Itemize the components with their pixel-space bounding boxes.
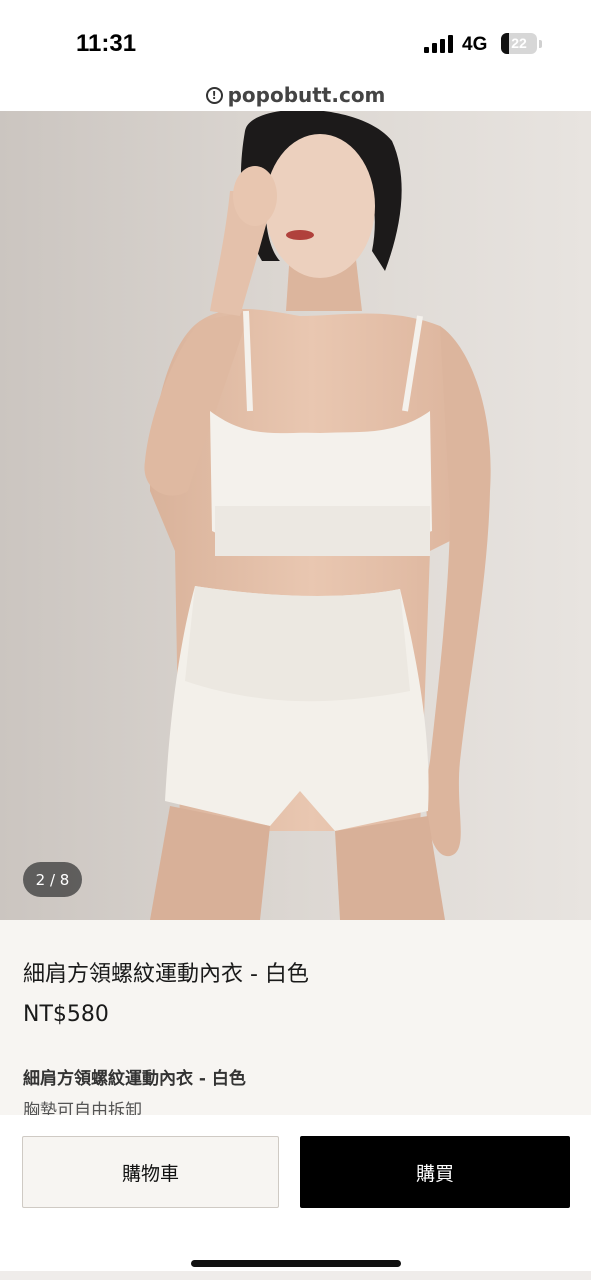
battery-icon: 22: [501, 33, 537, 54]
bottom-strip: [0, 1271, 591, 1280]
url-bar[interactable]: ! popobutt.com: [0, 80, 591, 110]
product-title: 細肩方領螺紋運動內衣 - 白色: [23, 962, 309, 987]
buy-button[interactable]: 購買: [300, 1136, 570, 1208]
bottom-action-bar: 購物車 購買: [0, 1115, 591, 1280]
signal-bars-icon: [424, 35, 454, 53]
product-info: 細肩方領螺紋運動內衣 - 白色 NT$580 細肩方領螺紋運動內衣 - 白色 胸…: [0, 920, 591, 1121]
image-counter: 2 / 8: [23, 862, 82, 897]
home-indicator[interactable]: [191, 1260, 401, 1267]
info-circle-icon[interactable]: !: [205, 86, 223, 104]
network-type: 4G: [462, 34, 488, 55]
battery-level: 22: [511, 35, 527, 51]
url-text[interactable]: popobutt.com: [228, 83, 386, 107]
description-title: 細肩方領螺紋運動內衣 - 白色: [23, 1069, 246, 1089]
model-illustration: [0, 111, 591, 920]
battery-nub: [539, 40, 542, 48]
product-page: 11:31 4G 22 ! popobutt.com 2 / 8 細肩方領螺紋運…: [0, 0, 591, 1280]
status-time: 11:31: [76, 30, 137, 57]
product-image[interactable]: [0, 111, 591, 920]
status-bar: 11:31 4G 22: [0, 0, 591, 80]
add-to-cart-button[interactable]: 購物車: [22, 1136, 279, 1208]
product-price: NT$580: [23, 1002, 109, 1027]
